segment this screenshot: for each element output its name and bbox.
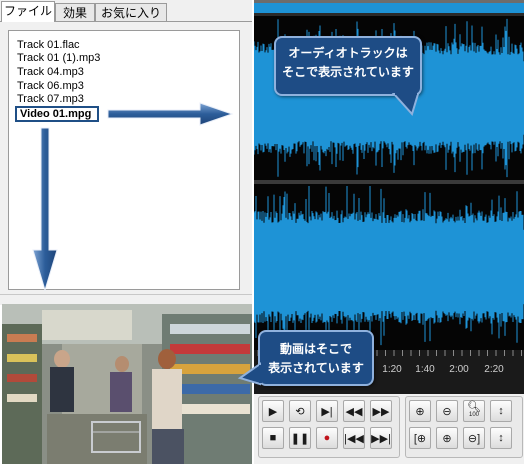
zoom-out-full-button[interactable]: ⊖] [463,427,485,449]
tab-files[interactable]: ファイル [1,1,55,22]
zoom-in-button[interactable]: ⊕ [409,400,431,422]
audio-callout-line2: そこで表示されています [282,65,414,79]
video-callout: 動画はそこで 表示されています [258,330,374,386]
zoom-selection-icon: [⊕ [413,432,427,445]
zoom-out-icon: ⊖ [442,405,452,418]
zoom-in-icon: ⊕ [415,405,425,418]
video-callout-tail [237,362,262,386]
rewind-icon: ◀◀ [345,405,363,418]
audio-callout-line1: オーディオトラックは [288,46,408,60]
control-panel: ▶ ⟲ ▶| ◀◀ ▶▶ ■ ❚❚ ● |◀◀ ▶▶| ⊕ ⊖ 🔍︎ 100 ↕ … [254,394,524,464]
go-to-end-button[interactable]: ▶▶| [370,427,392,449]
zoom-100-button[interactable]: 🔍︎ 100 [463,400,485,422]
zoom-out-button[interactable]: ⊖ [436,400,458,422]
channel-divider [254,180,524,184]
record-icon: ● [323,432,331,444]
play-selection-button[interactable]: ▶| [316,400,338,422]
zoom-in-full-button[interactable]: ⊕ [436,427,458,449]
fast-forward-icon: ▶▶ [372,405,390,418]
pause-icon: ❚❚ [290,432,310,445]
zoom-fit-icon: ↕ [498,432,504,444]
audio-callout: オーディオトラックは そこで表示されています [274,36,422,96]
stop-button[interactable]: ■ [262,427,284,449]
tick-label: 2:00 [449,364,469,375]
zoom-selection-button[interactable]: [⊕ [409,427,431,449]
zoom-in-full-icon: ⊕ [442,432,452,445]
pause-button[interactable]: ❚❚ [289,427,311,449]
tick-label: 2:20 [484,364,504,375]
go-to-start-button[interactable]: |◀◀ [343,427,365,449]
zoom-100-label: 100 [468,412,479,418]
arrow-down-icon [32,127,58,292]
video-callout-line1: 動画はそこで [279,342,352,356]
go-to-end-icon: ▶▶| [371,432,391,445]
play-button[interactable]: ▶ [262,400,284,422]
play-icon: ▶ [268,405,278,418]
go-to-start-icon: |◀◀ [344,432,364,445]
zoom-vertical-button[interactable]: ↕ [490,400,512,422]
arrow-right-icon [107,102,234,126]
zoom-100-icon: 🔍︎ [467,401,481,413]
stop-icon: ■ [269,432,277,444]
play-selection-icon: ▶| [321,405,333,418]
zoom-vertical-icon: ↕ [498,405,504,417]
zoom-fit-button[interactable]: ↕ [490,427,512,449]
tick-label: 1:40 [415,364,435,375]
video-callout-line2: 表示されています [268,361,364,375]
waveform-channel-right [253,186,524,348]
video-preview [2,304,252,464]
record-button[interactable]: ● [316,427,338,449]
video-frame [2,304,252,464]
rewind-button[interactable]: ◀◀ [343,400,365,422]
tick-label: 1:20 [382,364,402,375]
audio-callout-tail [391,92,420,116]
waveform-overview-bar [254,3,524,13]
loop-button[interactable]: ⟲ [289,400,311,422]
loop-icon: ⟲ [295,405,305,418]
zoom-out-full-icon: ⊖] [467,432,481,445]
fast-forward-button[interactable]: ▶▶ [370,400,392,422]
